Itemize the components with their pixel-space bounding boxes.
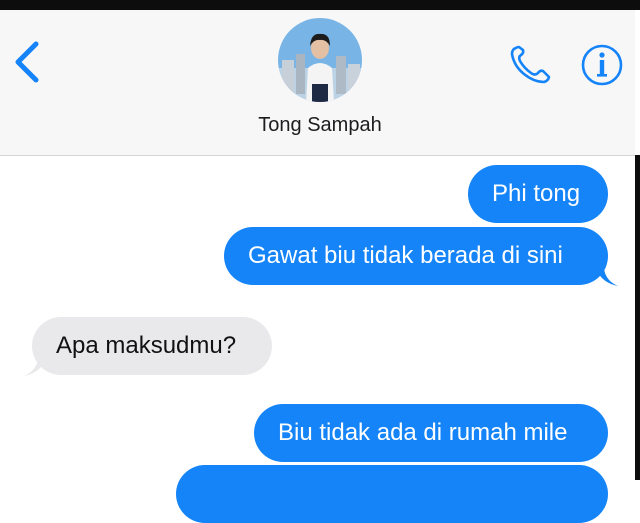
conversation-header: Tong Sampah (0, 10, 635, 156)
message-thread: Phi tong Gawat biu tidak berada di sini … (0, 156, 635, 523)
contact-avatar[interactable] (278, 18, 362, 102)
info-icon (581, 44, 623, 86)
phone-icon (510, 45, 551, 84)
screen-edge (635, 155, 640, 480)
message-text: Biu tidak ada di rumah mile (278, 419, 568, 446)
outgoing-message[interactable]: Biu tidak ada di rumah mile (254, 404, 608, 462)
outgoing-message[interactable]: Gawat biu tidak berada di sini (224, 227, 608, 285)
bubble-tail (24, 359, 46, 376)
outgoing-message[interactable]: Phi tong (468, 165, 608, 223)
bubble-tail (596, 269, 618, 286)
message-text: Apa maksudmu? (56, 332, 237, 359)
contact-name[interactable]: Tong Sampah (200, 114, 440, 137)
call-button[interactable] (504, 42, 554, 88)
info-button[interactable] (578, 41, 626, 89)
outgoing-message[interactable] (176, 465, 608, 523)
back-button[interactable] (8, 40, 48, 84)
chevron-left-icon (15, 41, 39, 83)
incoming-message[interactable]: Apa maksudmu? (32, 317, 272, 375)
message-text: Gawat biu tidak berada di sini (248, 242, 563, 269)
top-status-strip (0, 0, 640, 10)
message-text: Phi tong (492, 180, 581, 207)
